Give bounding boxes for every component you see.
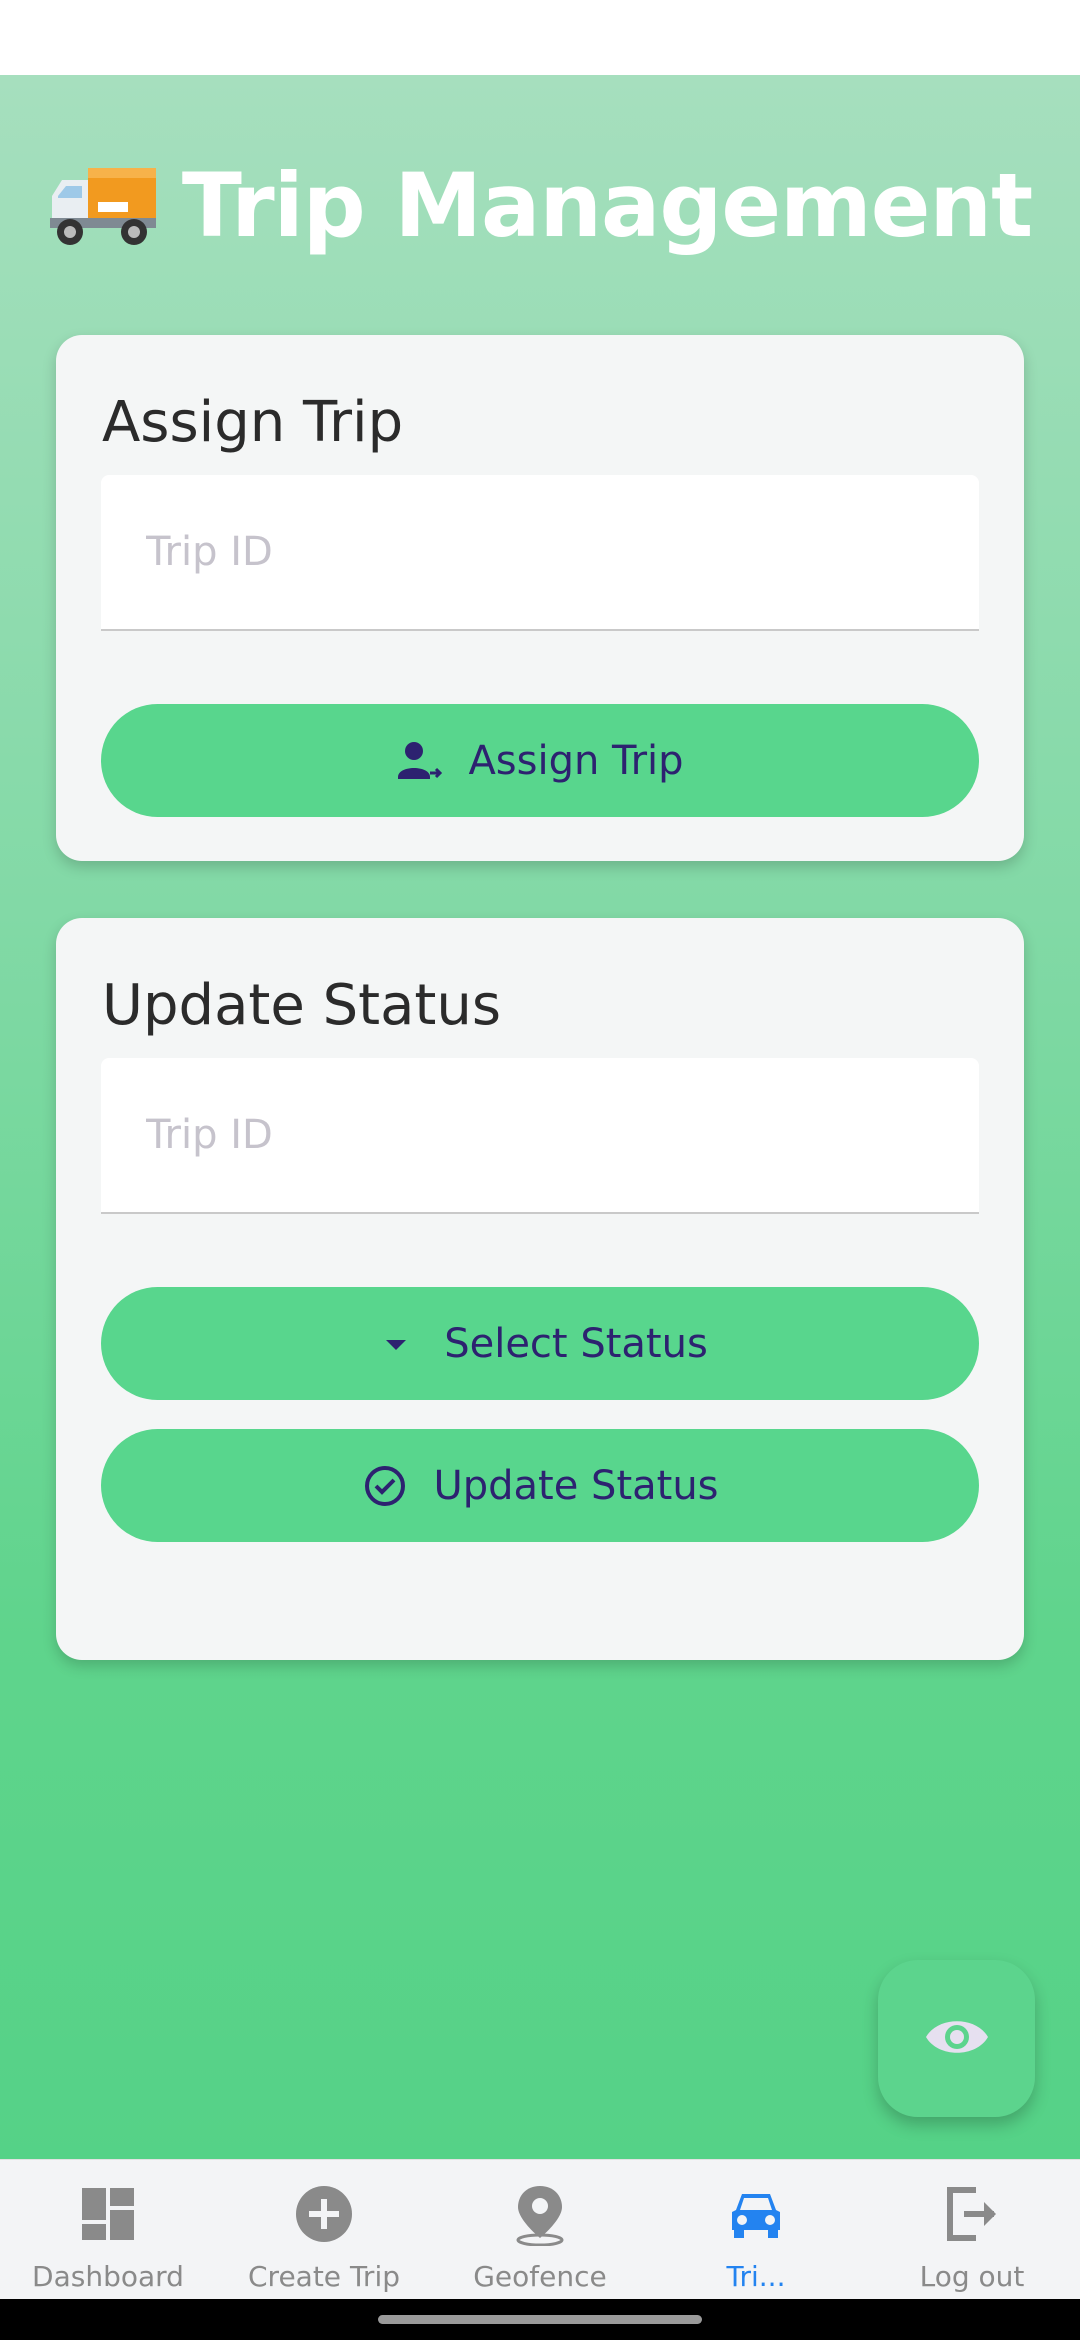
update-trip-id-field[interactable]	[101, 1058, 979, 1214]
nav-label-dashboard: Dashboard	[32, 2260, 184, 2293]
page-title-text: Trip Management	[181, 153, 1033, 257]
assign-trip-card: Assign Trip Assign Trip	[56, 335, 1024, 861]
nav-item-trips[interactable]: Tri...	[648, 2160, 864, 2299]
update-status-button[interactable]: Update Status	[101, 1429, 979, 1542]
nav-label-logout: Log out	[919, 2260, 1025, 2293]
location-pin-icon	[508, 2182, 572, 2246]
page-title: Trip Management	[0, 145, 1080, 265]
assign-trip-id-input[interactable]	[101, 475, 979, 629]
logout-icon	[940, 2182, 1004, 2246]
nav-label-trips: Tri...	[726, 2260, 786, 2293]
nav-item-dashboard[interactable]: Dashboard	[0, 2160, 216, 2299]
nav-item-logout[interactable]: Log out	[864, 2160, 1080, 2299]
assign-trip-heading: Assign Trip	[102, 390, 404, 455]
system-gesture-bar	[0, 2299, 1080, 2340]
trip-management-screen: Trip Management Assign Trip Assign Trip …	[0, 75, 1080, 2159]
check-circle-icon	[361, 1462, 409, 1510]
assign-trip-button[interactable]: Assign Trip	[101, 704, 979, 817]
update-trip-id-input[interactable]	[101, 1058, 979, 1212]
delivery-truck-icon	[48, 162, 158, 248]
update-status-button-label: Update Status	[433, 1462, 719, 1509]
view-fab-button[interactable]	[878, 1960, 1035, 2117]
dropdown-arrow-icon	[372, 1320, 420, 1368]
status-bar	[0, 0, 1080, 75]
add-circle-icon	[292, 2182, 356, 2246]
nav-label-geofence: Geofence	[473, 2260, 607, 2293]
nav-item-geofence[interactable]: Geofence	[432, 2160, 648, 2299]
update-status-card: Update Status Select Status Update Statu…	[56, 918, 1024, 1660]
person-assign-icon	[396, 737, 444, 785]
select-status-dropdown[interactable]: Select Status	[101, 1287, 979, 1400]
assign-trip-button-label: Assign Trip	[468, 737, 684, 784]
dashboard-icon	[76, 2182, 140, 2246]
eye-icon	[922, 2002, 992, 2076]
nav-label-create-trip: Create Trip	[248, 2260, 400, 2293]
bottom-navigation: Dashboard Create Trip Geofence Tri... Lo…	[0, 2159, 1080, 2299]
car-icon	[724, 2182, 788, 2246]
home-gesture-handle[interactable]	[378, 2315, 702, 2324]
assign-trip-id-field[interactable]	[101, 475, 979, 631]
select-status-label: Select Status	[444, 1320, 708, 1367]
nav-item-create-trip[interactable]: Create Trip	[216, 2160, 432, 2299]
update-status-heading: Update Status	[102, 973, 502, 1038]
